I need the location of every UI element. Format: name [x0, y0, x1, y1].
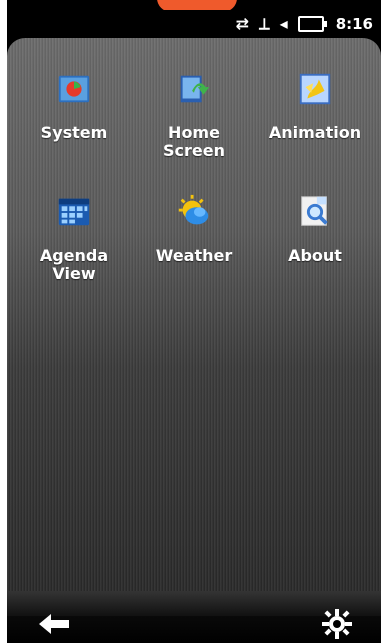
app-label: Agenda View [39, 246, 109, 283]
app-label: Animation [268, 123, 362, 142]
calendar-icon [58, 198, 90, 226]
status-bar: ⇄ ⟂ ◂ 8:16 [7, 10, 381, 38]
app-animation[interactable]: Animation [260, 70, 370, 142]
status-icons: ⇄ ⟂ ◂ 8:16 [236, 14, 373, 34]
app-label: About [288, 246, 342, 265]
app-weather[interactable]: Weather [139, 193, 249, 265]
app-agenda-view[interactable]: Agenda View [19, 193, 129, 283]
app-label: Weather [155, 246, 233, 265]
app-label: Home Screen [163, 123, 225, 160]
device-screen: ⇄ ⟂ ◂ 8:16 System Home Screen Animation … [7, 0, 381, 643]
animation-icon [299, 73, 331, 105]
speaker-muted-icon: ◂ [279, 14, 288, 33]
settings-gear-icon[interactable] [321, 608, 353, 640]
system-icon [58, 75, 90, 103]
weather-icon [178, 194, 209, 225]
launcher-panel: System Home Screen Animation Agenda View… [7, 38, 381, 591]
back-arrow-icon[interactable] [35, 610, 75, 638]
about-icon [301, 196, 328, 226]
clock: 8:16 [335, 15, 373, 33]
app-system[interactable]: System [19, 70, 129, 142]
app-about[interactable]: About [260, 193, 370, 265]
bottom-toolbar [7, 591, 381, 643]
app-home-screen[interactable]: Home Screen [139, 70, 249, 160]
app-label: System [40, 123, 108, 142]
battery-icon [297, 16, 327, 32]
data-transfer-icon: ⇄ [235, 14, 249, 33]
home-screen-icon [180, 75, 210, 103]
no-signal-icon: ⟂ [258, 14, 270, 33]
